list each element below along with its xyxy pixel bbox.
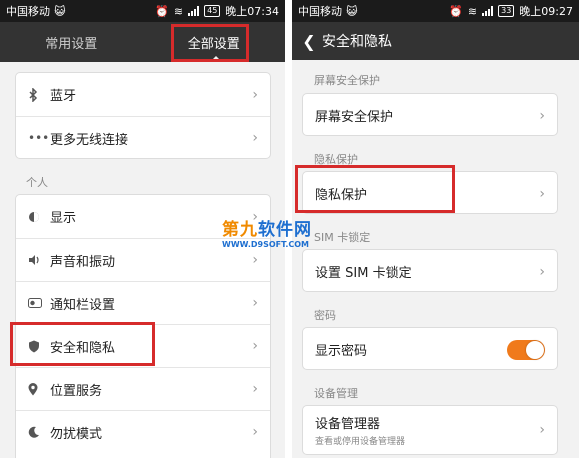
section-header-screen-lock: 屏幕安全保护: [314, 74, 380, 87]
carrier-label: 中国移动: [6, 5, 50, 18]
settings-item-bluetooth[interactable]: 蓝牙 ›: [16, 73, 270, 116]
signal-icon: [188, 6, 200, 16]
device-admin-card: 设备管理器 查看或停用设备管理器 ›: [302, 405, 558, 455]
settings-item-label: 位置服务: [50, 383, 103, 399]
wifi-icon: ≋: [467, 4, 478, 18]
page-title: 安全和隐私: [322, 34, 392, 50]
show-password-toggle[interactable]: [507, 339, 545, 360]
chevron-right-icon: ›: [252, 252, 258, 268]
more-icon: •••: [28, 131, 50, 145]
chevron-right-icon: ›: [252, 130, 258, 146]
back-arrow-icon[interactable]: ❮: [296, 32, 322, 51]
alarm-icon: ⏰: [449, 4, 463, 18]
toggle-knob: [526, 340, 544, 359]
battery-icon: 45: [204, 5, 221, 17]
bluetooth-icon: [28, 87, 50, 102]
chevron-right-icon: ›: [252, 338, 258, 354]
chevron-right-icon: ›: [539, 263, 545, 280]
sim-lock-card: 设置 SIM 卡锁定 ›: [302, 249, 558, 292]
chevron-right-icon: ›: [252, 295, 258, 311]
settings-item-label: 显示: [50, 211, 77, 226]
settings-item-label: 勿扰模式: [50, 426, 103, 442]
location-icon: [28, 382, 50, 396]
status-bar: 中国移动 😺 ⏰ ≋ 45 晚上07:34: [0, 0, 285, 22]
highlight-box-privacy-protection: [295, 165, 455, 213]
chevron-right-icon: ›: [539, 422, 545, 438]
section-header-device-admin: 设备管理: [314, 387, 358, 400]
settings-item-location[interactable]: 位置服务 ›: [16, 367, 270, 410]
wifi-icon: ≋: [173, 4, 184, 18]
title-bar: ❮ 安全和隐私: [292, 22, 579, 60]
settings-item-label: 显示密码: [315, 344, 368, 359]
settings-item-label: 屏幕安全保护: [315, 110, 394, 125]
settings-item-label: 通知栏设置: [50, 297, 116, 313]
battery-icon: 33: [498, 5, 515, 17]
highlight-box-all-settings: [171, 24, 249, 62]
settings-item-label: 声音和振动: [50, 254, 116, 270]
section-header-personal: 个人: [26, 176, 48, 189]
settings-item-notification-bar[interactable]: 通知栏设置 ›: [16, 281, 270, 324]
alarm-icon: ⏰: [155, 4, 169, 18]
notification-icon: [28, 298, 50, 308]
settings-item-screen-protection[interactable]: 屏幕安全保护 ›: [303, 94, 557, 135]
chevron-right-icon: ›: [252, 424, 258, 440]
status-bar: 中国移动 😺 ⏰ ≋ 33 晚上09:27: [292, 0, 579, 22]
section-header-sim-lock: SIM 卡锁定: [314, 231, 371, 244]
cat-icon: 😺: [346, 4, 358, 18]
screen-lock-card: 屏幕安全保护 ›: [302, 93, 558, 136]
clock: 晚上09:27: [519, 5, 573, 18]
sound-icon: [28, 254, 50, 266]
clock: 晚上07:34: [225, 5, 279, 18]
settings-item-more-wireless[interactable]: ••• 更多无线连接 ›: [16, 116, 270, 158]
settings-item-sim-lock[interactable]: 设置 SIM 卡锁定 ›: [303, 250, 557, 291]
settings-item-label: 更多无线连接: [50, 132, 129, 148]
chevron-right-icon: ›: [539, 107, 545, 124]
right-security-privacy-screen: 中国移动 😺 ⏰ ≋ 33 晚上09:27 ❮ 安全和隐私 屏幕安全保护 屏幕安…: [292, 0, 579, 458]
chevron-right-icon: ›: [539, 185, 545, 202]
settings-item-label: 设备管理器: [315, 417, 381, 432]
moon-icon: [28, 426, 50, 438]
chevron-right-icon: ›: [252, 86, 258, 103]
cat-icon: 😺: [54, 4, 66, 18]
watermark-logo: 第九软件网 WWW.D9SOFT.COM: [222, 215, 312, 249]
settings-item-do-not-disturb[interactable]: 勿扰模式 ›: [16, 410, 270, 453]
section-header-password: 密码: [314, 309, 336, 322]
device-admin-text: 设备管理器 查看或停用设备管理器: [315, 413, 405, 447]
wireless-card: 蓝牙 › ••• 更多无线连接 ›: [15, 72, 271, 159]
settings-item-device-admin[interactable]: 设备管理器 查看或停用设备管理器 ›: [303, 406, 557, 454]
watermark-url: WWW.D9SOFT.COM: [222, 240, 310, 249]
signal-icon: [482, 6, 494, 16]
chevron-right-icon: ›: [252, 381, 258, 397]
display-icon: [28, 211, 50, 223]
settings-item-subtitle: 查看或停用设备管理器: [315, 437, 406, 447]
settings-item-label: 设置 SIM 卡锁定: [315, 266, 412, 281]
settings-item-show-password: 显示密码: [303, 328, 557, 369]
carrier-label: 中国移动: [298, 5, 342, 18]
password-card: 显示密码: [302, 327, 558, 370]
watermark-brand: 第九软件网: [222, 220, 312, 240]
settings-item-label: 蓝牙: [50, 89, 77, 104]
tab-common-settings[interactable]: 常用设置: [0, 22, 143, 62]
highlight-box-security-privacy: [10, 322, 155, 366]
